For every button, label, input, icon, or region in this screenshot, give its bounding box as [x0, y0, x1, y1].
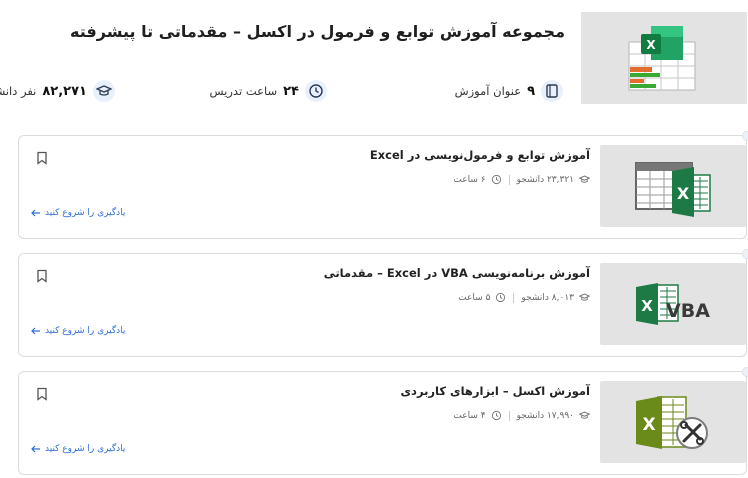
stat-courses: ۹ عنوان آموزش — [456, 80, 564, 102]
course-students: ۸,۰۱۳ دانشجو — [522, 292, 575, 303]
collection-title: مجموعه آموزش توابع و فرمول در اکسل – مقد… — [71, 22, 566, 41]
arrow-left-icon — [32, 209, 41, 217]
stat-courses-value: ۹ — [528, 83, 536, 99]
course-thumbnail: X VBA — [601, 263, 747, 345]
graduation-cap-icon — [580, 293, 591, 301]
excel-vba-icon: X VBA — [637, 283, 711, 325]
stat-hours: ۲۴ ساعت تدریس — [211, 80, 328, 102]
start-learning-label: یادگیری را شروع کنید — [46, 326, 127, 336]
bookmark-icon[interactable] — [37, 269, 49, 283]
collection-cover-image: X — [582, 12, 748, 104]
collection-stats: ۹ عنوان آموزش ۲۴ ساعت تدریس ۸۲,۲۷۱ نفر د… — [0, 80, 564, 104]
course-title[interactable]: آموزش اکسل – ابزارهای کاربردی — [402, 384, 591, 398]
svg-text:X: X — [647, 38, 657, 52]
graduation-cap-icon — [580, 411, 591, 419]
course-title[interactable]: آموزش برنامه‌نویسی VBA در Excel – مقدمات… — [325, 266, 591, 280]
course-duration: ۵ ساعت — [459, 292, 492, 303]
graduation-cap-icon — [580, 175, 591, 183]
course-thumbnail: X — [601, 145, 747, 227]
stat-students-value: ۸۲,۲۷۱ — [43, 83, 88, 99]
svg-text:X: X — [643, 415, 656, 435]
book-icon — [542, 80, 564, 102]
vba-thumb-text: VBA — [667, 300, 711, 322]
graduation-cap-icon — [94, 80, 116, 102]
bookmark-icon[interactable] — [37, 151, 49, 165]
stat-students: ۸۲,۲۷۱ نفر دانشجو — [0, 80, 116, 102]
meta-divider — [509, 410, 511, 421]
card-marker — [743, 367, 748, 377]
clock-icon — [492, 410, 502, 421]
course-card[interactable]: X آموزش توابع و فرمول‌نویسی در Excel ۲۳,… — [19, 131, 748, 239]
excel-tools-icon: X — [637, 396, 709, 449]
clock-icon — [306, 80, 328, 102]
stat-hours-label: ساعت تدریس — [210, 84, 279, 98]
start-learning-link[interactable]: یادگیری را شروع کنید — [32, 326, 126, 336]
stat-hours-value: ۲۴ — [284, 83, 300, 99]
meta-divider — [514, 292, 516, 303]
start-learning-link[interactable]: یادگیری را شروع کنید — [32, 444, 126, 454]
arrow-left-icon — [32, 445, 41, 453]
svg-text:X: X — [642, 297, 654, 315]
course-duration: ۶ ساعت — [454, 174, 487, 185]
course-students: ۱۷,۹۹۰ دانشجو — [517, 410, 575, 421]
clock-icon — [497, 292, 507, 303]
excel-grid-chart-icon: X — [629, 26, 697, 91]
excel-sheet-icon: X — [636, 162, 712, 217]
start-learning-link[interactable]: یادگیری را شروع کنید — [32, 208, 126, 218]
arrow-left-icon — [32, 327, 41, 335]
card-marker — [743, 249, 748, 259]
stat-students-label: نفر دانشجو — [0, 84, 38, 98]
course-card[interactable]: X VBA آموزش برنامه‌نویسی VBA در Excel – … — [19, 249, 748, 357]
svg-text:X: X — [678, 184, 691, 203]
start-learning-label: یادگیری را شروع کنید — [46, 444, 127, 454]
start-learning-label: یادگیری را شروع کنید — [46, 208, 127, 218]
course-meta: ۸,۰۱۳ دانشجو ۵ ساعت — [459, 292, 591, 303]
course-title[interactable]: آموزش توابع و فرمول‌نویسی در Excel — [371, 148, 591, 162]
bookmark-icon[interactable] — [37, 387, 49, 401]
stat-courses-label: عنوان آموزش — [455, 84, 523, 98]
course-card[interactable]: X آموزش اکسل – ابزارهای کاربردی ۱۷,۹۹۰ د… — [19, 367, 748, 475]
course-students: ۲۳,۳۲۱ دانشجو — [517, 174, 575, 185]
card-marker — [743, 131, 748, 141]
course-thumbnail: X — [601, 381, 747, 463]
course-meta: ۲۳,۳۲۱ دانشجو ۶ ساعت — [454, 174, 591, 185]
meta-divider — [509, 174, 511, 185]
course-duration: ۴ ساعت — [454, 410, 487, 421]
clock-icon — [492, 174, 502, 185]
course-meta: ۱۷,۹۹۰ دانشجو ۴ ساعت — [454, 410, 591, 421]
